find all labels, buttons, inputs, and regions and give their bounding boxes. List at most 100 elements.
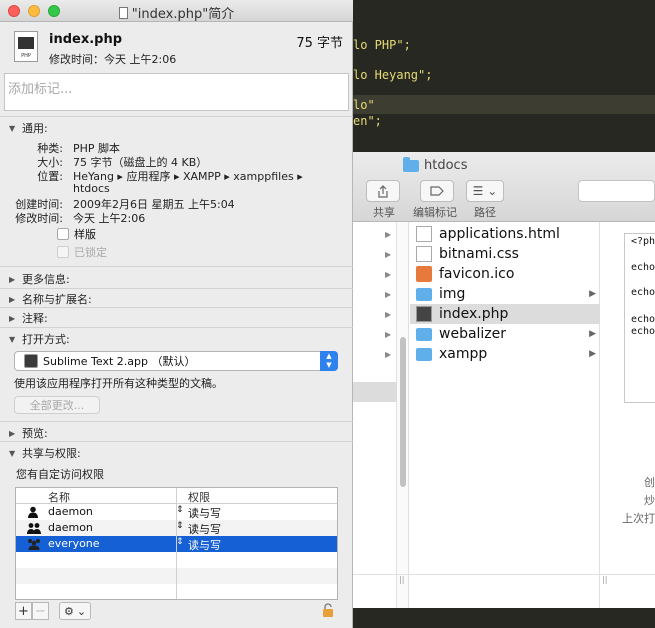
open-with-select[interactable]: Sublime Text 2.app （默认） ▲ ▼	[14, 351, 338, 371]
selected-parent-row[interactable]	[353, 382, 397, 402]
column-divider	[176, 488, 177, 599]
chevron-right-icon: ▶	[385, 330, 392, 339]
chevron-right-icon: ▶	[589, 329, 596, 339]
stationery-checkbox[interactable]: 样版	[57, 226, 96, 242]
preview-column: <?ph echo echo echo echo 创 炒 上次打	[613, 222, 655, 608]
folder-row[interactable]: webalizer ▶	[410, 324, 600, 344]
change-all-button[interactable]: 全部更改...	[14, 396, 100, 414]
updown-icon[interactable]: ⇕	[176, 537, 184, 547]
section-sharing[interactable]: ▼ 共享与权限:	[9, 445, 81, 461]
group-icon	[27, 523, 41, 534]
info-panel: "index.php"简介 PHP index.php 75 字节 修改时间：今…	[0, 0, 353, 628]
chevron-right-icon: ▶	[385, 270, 392, 279]
scrollbar-thumb[interactable]	[400, 337, 406, 487]
folder-row[interactable]: xampp ▶	[410, 344, 600, 364]
gear-icon: ⚙	[63, 604, 74, 618]
disclosure-open-icon: ▼	[9, 448, 16, 458]
favicon-icon	[416, 266, 432, 282]
permission-row-selected[interactable]: everyone ⇕ 读与写	[16, 536, 337, 552]
section-open-with[interactable]: ▼ 打开方式:	[9, 331, 70, 347]
finder-window: htdocs 共享 编辑标记 ☰ ⌄ 路径 ▶ ▶ ▶ ▶ ▶ ▶ ▶ appl…	[353, 152, 655, 608]
finder-toolbar: htdocs 共享 编辑标记 ☰ ⌄ 路径	[353, 152, 655, 222]
sublime-app-icon	[24, 354, 38, 368]
divider	[0, 266, 353, 267]
folder-icon	[416, 347, 432, 361]
path-label: 路径	[474, 206, 496, 219]
code-line: lo Heyang";	[353, 68, 433, 82]
file-row[interactable]: bitnami.css	[410, 244, 600, 264]
file-list: applications.html bitnami.css favicon.ic…	[410, 222, 600, 608]
code-line: lo PHP";	[353, 38, 411, 52]
column-resize-bar: || ||	[353, 574, 655, 586]
folder-icon	[416, 327, 432, 341]
tags-input[interactable]: 添加标记...	[4, 73, 349, 111]
disclosure-closed-icon: ▶	[9, 428, 16, 438]
empty-row	[16, 568, 337, 584]
php-file-icon	[416, 306, 432, 322]
file-name: index.php	[49, 32, 123, 47]
permissions-table: 名称 权限 daemon ⇕ 读与写 daemon ⇕ 读与写 everyone…	[15, 487, 338, 600]
preview-meta: 上次打	[622, 512, 655, 525]
popup-arrows-icon: ▲ ▼	[320, 351, 338, 371]
chevron-right-icon: ▶	[589, 289, 596, 299]
share-button[interactable]	[366, 180, 400, 202]
file-preview: <?ph echo echo echo echo	[624, 233, 655, 403]
column-header-privilege[interactable]: 权限	[188, 489, 210, 505]
updown-icon[interactable]: ⇕	[176, 521, 184, 531]
modified-label: 修改时间:	[15, 212, 63, 225]
file-row-selected[interactable]: index.php	[410, 304, 600, 324]
file-row[interactable]: favicon.ico	[410, 264, 600, 284]
current-line-highlight	[353, 95, 655, 114]
remove-user-button[interactable]: −	[32, 602, 49, 620]
resize-handle-icon[interactable]: ||	[602, 575, 607, 584]
share-icon	[378, 184, 388, 198]
section-more-info[interactable]: ▶ 更多信息:	[9, 271, 70, 287]
chevron-right-icon: ▶	[385, 250, 392, 259]
open-with-description: 使用该应用程序打开所有这种类型的文稿。	[14, 377, 223, 390]
document-icon	[118, 7, 128, 19]
folder-icon	[403, 156, 419, 172]
section-preview[interactable]: ▶ 预览:	[9, 425, 48, 441]
disclosure-closed-icon: ▶	[9, 274, 16, 284]
action-menu-button[interactable]: ⚙ ⌄	[59, 602, 91, 620]
locked-checkbox[interactable]: 已锁定	[57, 244, 107, 260]
folder-icon	[416, 287, 432, 301]
file-modified: 修改时间：今天 上午2:06	[49, 53, 177, 66]
disclosure-closed-icon: ▶	[9, 294, 16, 304]
document-icon	[416, 226, 432, 242]
chevron-right-icon: ▶	[385, 350, 392, 359]
divider	[0, 421, 353, 422]
file-row[interactable]: applications.html	[410, 224, 600, 244]
chevron-down-icon: ⌄	[76, 604, 87, 618]
column-scrollbar[interactable]	[397, 222, 409, 608]
permission-row[interactable]: daemon ⇕ 读与写	[16, 520, 337, 536]
window-title: "index.php"简介	[0, 3, 353, 22]
permissions-description: 您有自定访问权限	[16, 468, 104, 481]
chevron-right-icon: ▶	[385, 290, 392, 299]
finder-title: htdocs	[403, 156, 467, 173]
divider	[0, 307, 353, 308]
lock-icon[interactable]	[322, 603, 334, 617]
permissions-header: 名称 权限	[16, 488, 337, 505]
section-general[interactable]: ▼ 通用:	[9, 120, 48, 136]
permission-tools: + −	[15, 602, 49, 620]
column-header-name[interactable]: 名称	[48, 489, 70, 505]
add-user-button[interactable]: +	[15, 602, 32, 620]
path-button[interactable]: ☰ ⌄	[466, 180, 504, 202]
permission-row[interactable]: daemon ⇕ 读与写	[16, 504, 337, 520]
finder-column-parent[interactable]: ▶ ▶ ▶ ▶ ▶ ▶ ▶	[353, 222, 397, 608]
chevron-right-icon: ▶	[385, 230, 392, 239]
divider	[0, 441, 353, 442]
resize-handle-icon[interactable]: ||	[399, 575, 404, 584]
folder-row[interactable]: img ▶	[410, 284, 600, 304]
updown-icon[interactable]: ⇕	[176, 505, 184, 515]
preview-meta: 炒	[644, 494, 655, 507]
section-name-extension[interactable]: ▶ 名称与扩展名:	[9, 291, 92, 307]
edit-tags-button[interactable]	[420, 180, 454, 202]
disclosure-closed-icon: ▶	[9, 313, 16, 323]
search-input[interactable]	[578, 180, 655, 202]
titlebar: "index.php"简介	[0, 0, 353, 22]
list-icon: ☰ ⌄	[472, 184, 498, 198]
section-comments[interactable]: ▶ 注释:	[9, 310, 48, 326]
disclosure-open-icon: ▼	[9, 123, 16, 133]
